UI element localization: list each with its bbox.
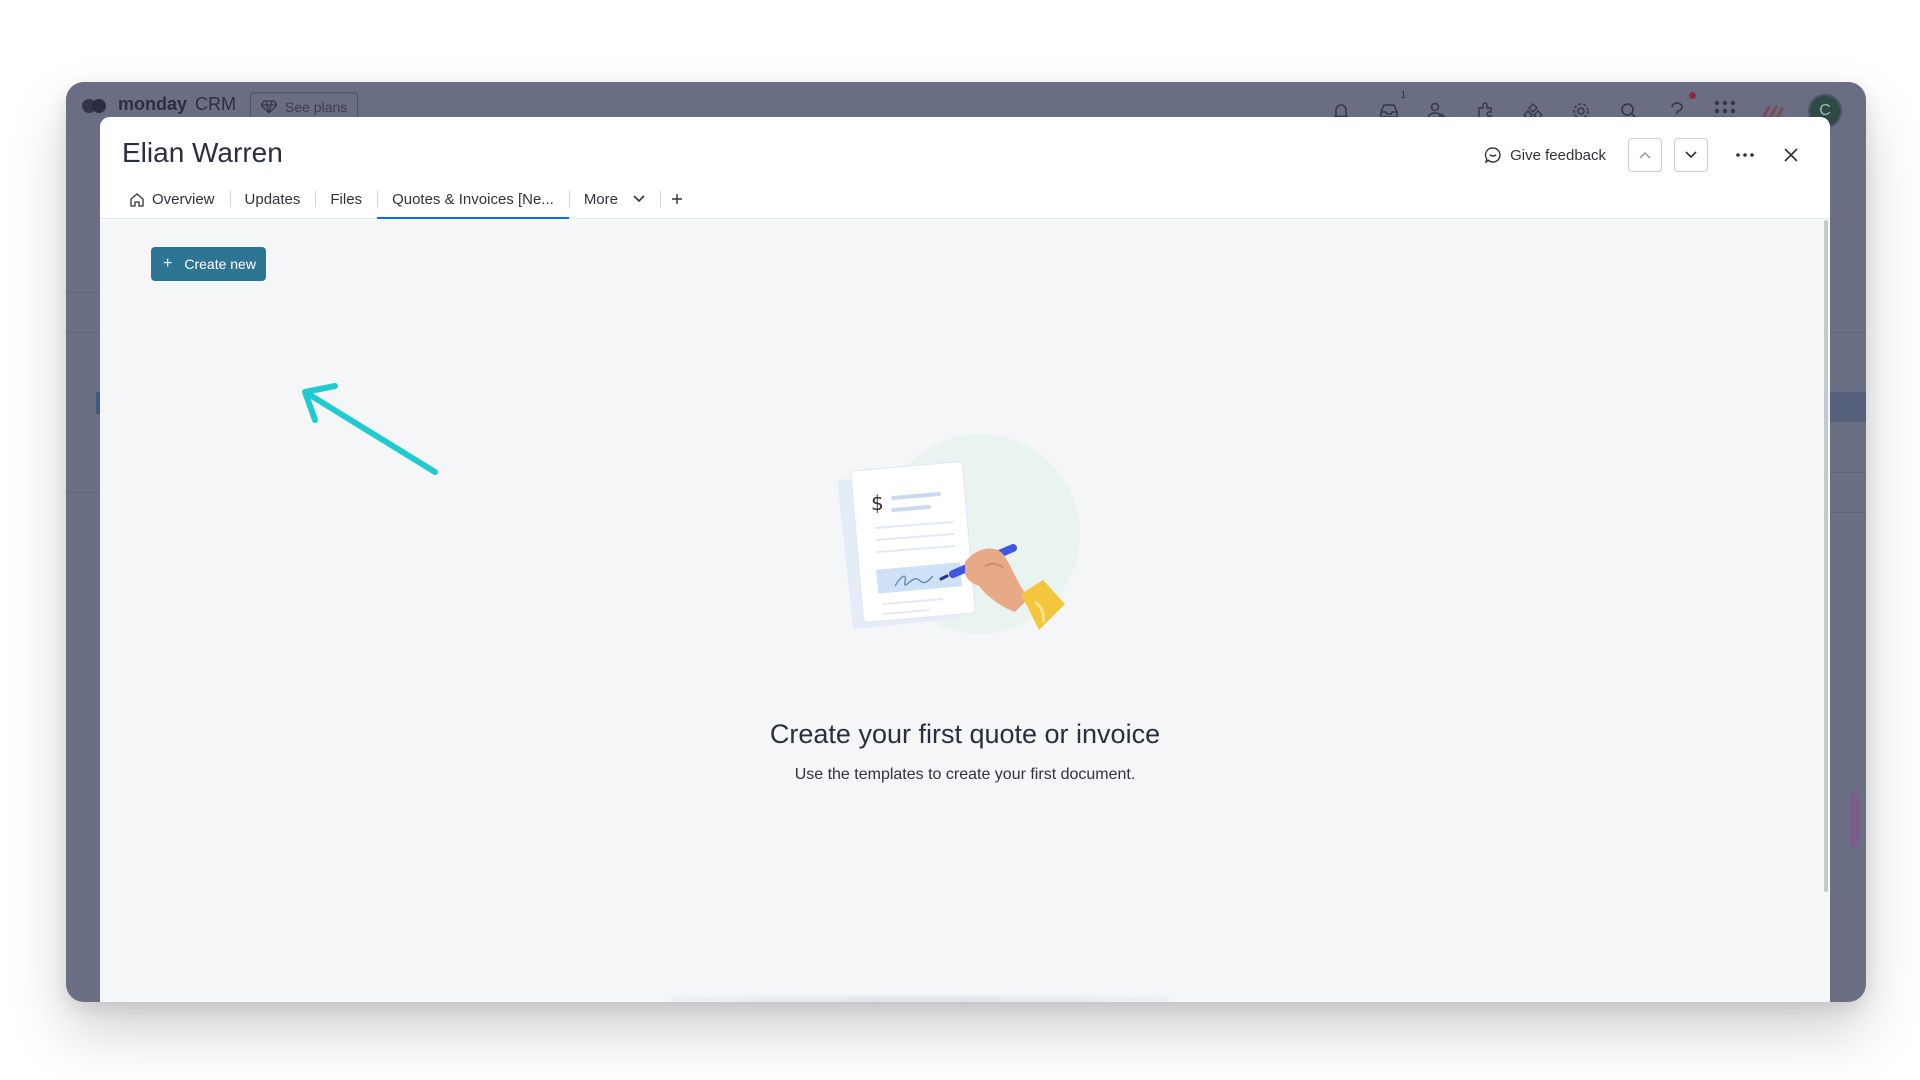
help-notification-dot: [1689, 92, 1696, 99]
empty-state-title: Create your first quote or invoice: [769, 719, 1161, 749]
diamond-icon: [261, 100, 277, 114]
previous-item-button[interactable]: [1628, 138, 1662, 172]
bottom-shadow: [670, 995, 1170, 1002]
header-actions: Give feedback: [1474, 137, 1808, 173]
monday-logo-icon: [82, 95, 110, 115]
tab-more[interactable]: More: [568, 179, 660, 219]
give-feedback-label: Give feedback: [1510, 146, 1606, 164]
next-item-button[interactable]: [1674, 138, 1708, 172]
item-modal: Elian Warren Give feedback Overview Upda…: [100, 117, 1830, 1002]
chevron-up-icon: [1639, 151, 1651, 159]
tab-quotes-invoices-label: Quotes & Invoices [Ne...: [392, 190, 554, 208]
tab-updates[interactable]: Updates: [229, 179, 316, 219]
dollar-sign-glyph: $: [871, 491, 884, 515]
plus-icon: +: [163, 255, 173, 272]
item-tabs: Overview Updates Files Quotes & Invoices…: [114, 179, 694, 219]
create-new-label: Create new: [184, 256, 256, 272]
add-view-button[interactable]: [660, 179, 694, 219]
item-title[interactable]: Elian Warren: [122, 137, 283, 169]
close-modal-button[interactable]: [1774, 138, 1808, 172]
document-signing-illustration: $: [837, 434, 1080, 634]
tab-quotes-invoices[interactable]: Quotes & Invoices [Ne...: [377, 179, 569, 219]
tab-overview[interactable]: Overview: [114, 179, 230, 219]
chevron-down-icon: [633, 195, 645, 203]
more-options-button[interactable]: [1728, 138, 1762, 172]
create-new-button[interactable]: + Create new: [151, 247, 266, 281]
modal-header: Elian Warren Give feedback Overview Upda…: [100, 117, 1830, 219]
tab-files-label: Files: [330, 190, 363, 208]
tab-more-label: More: [583, 190, 618, 208]
panel-scrollbar[interactable]: [1824, 220, 1828, 892]
quotes-invoices-panel: + Create new $ Create your first quote o…: [100, 220, 1830, 1002]
empty-state-subtitle: Use the templates to create your first d…: [794, 766, 1136, 783]
see-plans-label: See plans: [285, 99, 348, 115]
product-name: CRM: [195, 94, 237, 114]
tab-updates-label: Updates: [244, 190, 301, 208]
chevron-down-icon: [1685, 151, 1697, 159]
plus-icon: [672, 194, 682, 204]
tab-overview-label: Overview: [152, 190, 215, 208]
give-feedback-button[interactable]: Give feedback: [1474, 137, 1616, 173]
tab-files[interactable]: Files: [315, 179, 377, 219]
ellipsis-icon: [1736, 153, 1754, 157]
home-icon: [130, 192, 144, 207]
brand-name: monday: [118, 94, 188, 114]
feedback-chat-icon: [1484, 147, 1501, 164]
close-icon: [1784, 148, 1798, 162]
inbox-badge: 1: [1400, 90, 1406, 101]
app-logo[interactable]: monday CRM: [82, 94, 236, 115]
annotation-arrow-icon: [302, 383, 438, 475]
